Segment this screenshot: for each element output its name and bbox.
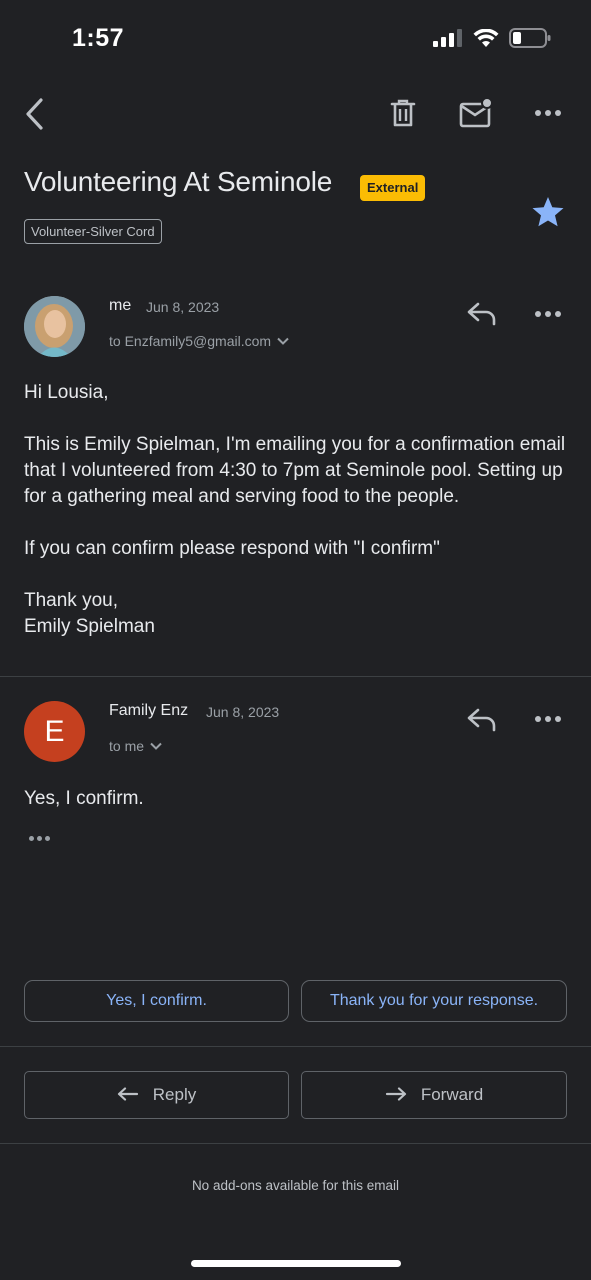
reply-label: Reply [152,1085,197,1104]
reply-button[interactable]: Reply [24,1071,289,1119]
email-subject: Volunteering At Seminole [24,166,333,197]
forward-button[interactable]: Forward [301,1071,567,1119]
star-icon[interactable] [531,196,565,233]
recipients-text: to Enzfamily5@gmail.com [109,333,272,349]
recipients-toggle[interactable]: to me [109,738,162,754]
more-icon[interactable] [532,710,564,728]
body-signature: Thank you, Emily Spielman [24,590,155,637]
avatar: E [24,701,85,762]
addons-note: No add-ons available for this email [191,1178,400,1193]
smart-reply-button[interactable]: Thank you for your response. [301,980,567,1022]
status-time: 1:57 [72,24,125,52]
chevron-down-icon [277,337,289,345]
message-body: Hi Lousia, This is Emily Spielman, I'm e… [24,380,569,640]
mark-unread-icon[interactable] [458,96,494,130]
avatar [24,296,85,357]
home-indicator[interactable] [191,1260,401,1267]
divider [0,1143,591,1144]
forward-label: Forward [420,1085,484,1104]
smart-reply-button[interactable]: Yes, I confirm. [24,980,289,1022]
reply-icon[interactable] [466,300,498,328]
recipients-toggle[interactable]: to Enzfamily5@gmail.com [109,333,289,349]
back-icon[interactable] [20,96,48,132]
message-date: Jun 8, 2023 [146,299,220,315]
divider [0,1046,591,1047]
chevron-down-icon [150,742,162,750]
body-paragraph: Yes, I confirm. [24,788,144,809]
reply-icon [117,1087,138,1101]
email-screen: 1:57 Volunteering At Seminole External V… [0,0,591,1280]
body-paragraph: Hi Lousia, [24,382,109,403]
message-date: Jun 8, 2023 [206,704,280,720]
body-paragraph: This is Emily Spielman, I'm emailing you… [24,434,566,507]
signal-icon [433,29,462,47]
show-trimmed-content-icon[interactable] [24,828,54,848]
recipients-text: to me [109,738,145,754]
more-icon[interactable] [532,305,564,323]
more-icon[interactable] [532,104,564,122]
message-body: Yes, I confirm. [24,786,569,812]
reply-icon[interactable] [466,706,498,734]
divider [0,676,591,677]
battery-icon [509,28,551,48]
trash-icon[interactable] [386,96,420,130]
status-icons [433,28,551,48]
forward-icon [385,1087,406,1101]
label-chip[interactable]: Volunteer-Silver Cord [24,219,162,244]
wifi-icon [473,28,499,47]
external-badge: External [360,175,426,201]
body-paragraph: If you can confirm please respond with "… [24,538,440,559]
sender-name: Family Enz [109,702,189,719]
sender-name: me [109,297,132,314]
